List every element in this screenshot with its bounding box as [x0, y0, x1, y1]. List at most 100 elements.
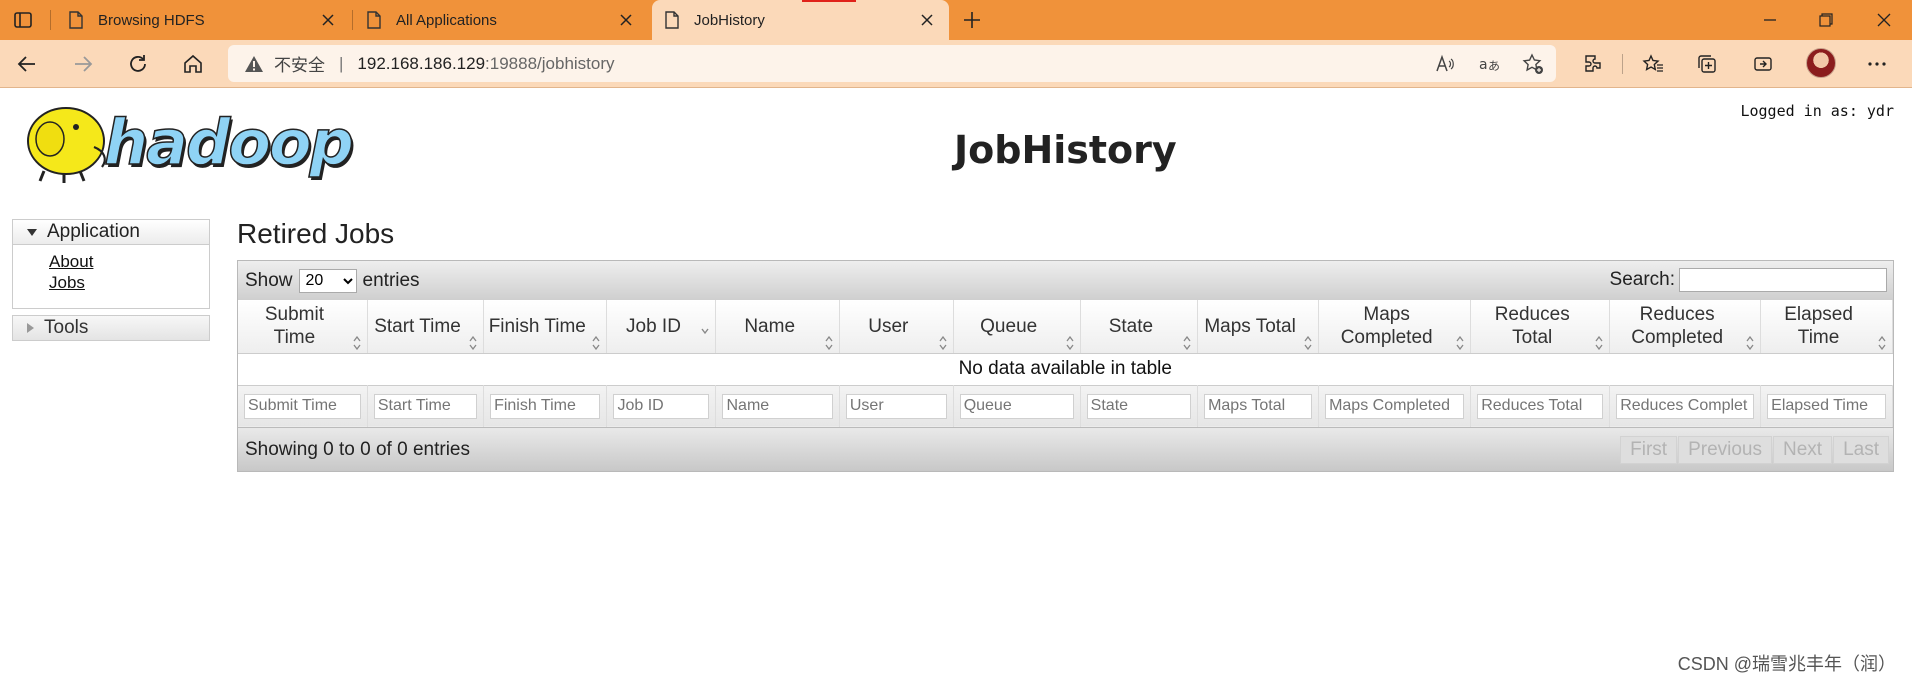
- column-header-label: Start Time: [374, 315, 461, 337]
- column-filter-input[interactable]: [613, 393, 710, 419]
- search-input[interactable]: [1679, 268, 1887, 292]
- filter-cell: [1318, 384, 1472, 427]
- column-header[interactable]: Submit Time: [238, 300, 368, 354]
- collections-icon[interactable]: [1694, 51, 1720, 77]
- column-header[interactable]: Finish Time: [483, 300, 608, 354]
- browser-essentials-icon[interactable]: [1750, 51, 1776, 77]
- favorites-icon[interactable]: [1640, 51, 1666, 77]
- logged-in-label: Logged in as: ydr: [1740, 102, 1894, 120]
- sort-both-icon: [1456, 333, 1464, 350]
- close-icon[interactable]: [917, 10, 937, 30]
- sort-both-icon: [469, 333, 477, 350]
- toolbar-divider: [1622, 54, 1623, 74]
- tab-jobhistory[interactable]: JobHistory: [652, 0, 949, 40]
- tab-all-applications[interactable]: All Applications: [354, 0, 648, 40]
- column-header[interactable]: Reduces Total: [1470, 300, 1611, 354]
- column-header[interactable]: Maps Total: [1197, 300, 1320, 354]
- pager-first-button[interactable]: First: [1620, 436, 1678, 464]
- svg-text:hadoop: hadoop: [104, 106, 352, 179]
- extensions-icon[interactable]: [1580, 51, 1606, 77]
- filter-cell: [1197, 384, 1320, 427]
- column-filter-input[interactable]: [490, 393, 601, 419]
- column-header-label: Maps Total: [1204, 315, 1296, 337]
- column-filter-row: [238, 384, 1893, 427]
- close-icon[interactable]: [318, 10, 338, 30]
- column-header-label: Name: [744, 315, 796, 337]
- filter-cell: [1760, 384, 1893, 427]
- column-header[interactable]: Job ID: [606, 300, 717, 354]
- table-header-row: Submit Time Start Time Finish Time Job ID Na…: [238, 300, 1893, 354]
- column-header[interactable]: Maps Completed: [1318, 300, 1472, 354]
- new-tab-plus-icon[interactable]: [958, 6, 986, 34]
- nav-application-header[interactable]: Application: [12, 219, 210, 245]
- empty-row: No data available in table: [238, 353, 1893, 385]
- read-aloud-icon[interactable]: [1432, 51, 1458, 77]
- url-host[interactable]: 192.168.186.129: [357, 54, 485, 74]
- column-filter-input[interactable]: [845, 393, 947, 419]
- column-filter-input[interactable]: [244, 393, 361, 419]
- column-filter-input[interactable]: [373, 393, 478, 419]
- table-search: Search:: [1610, 268, 1887, 292]
- restore-icon[interactable]: [1814, 8, 1838, 32]
- column-filter-input[interactable]: [722, 393, 833, 419]
- insecure-label[interactable]: 不安全: [274, 51, 325, 76]
- column-header[interactable]: Queue: [953, 300, 1081, 354]
- column-filter-input[interactable]: [1325, 393, 1465, 419]
- jobs-table-wrapper: Show 20 entries Search: Submit Time Start…: [237, 260, 1894, 472]
- tab-title: All Applications: [396, 11, 497, 29]
- close-icon[interactable]: [616, 10, 636, 30]
- home-icon[interactable]: [180, 51, 206, 77]
- column-header-label: Maps Completed: [1340, 304, 1433, 349]
- refresh-icon[interactable]: [125, 51, 151, 77]
- minimize-icon[interactable]: [1758, 8, 1782, 32]
- column-filter-input[interactable]: [959, 393, 1074, 419]
- column-filter-input[interactable]: [1616, 393, 1755, 419]
- address-bar[interactable]: 不安全 | 192.168.186.129 :19888/jobhistory …: [228, 45, 1556, 82]
- entries-label: entries: [362, 269, 420, 291]
- search-label: Search:: [1609, 269, 1675, 290]
- browser-tab-bar: Browsing HDFS All Applications JobHistor…: [0, 0, 1912, 40]
- back-arrow-icon[interactable]: [14, 51, 40, 77]
- profile-avatar[interactable]: [1806, 48, 1836, 78]
- page-title: JobHistory: [954, 128, 1177, 172]
- pagination: First Previous Next Last: [1619, 436, 1889, 464]
- sort-desc-icon: [701, 322, 710, 336]
- nav-tools-header[interactable]: Tools: [12, 315, 210, 341]
- forward-arrow-icon[interactable]: [70, 51, 96, 77]
- pager-previous-button[interactable]: Previous: [1678, 436, 1772, 464]
- column-header-label: State: [1108, 315, 1154, 337]
- column-header[interactable]: State: [1080, 300, 1199, 354]
- filter-cell: [483, 384, 608, 427]
- column-filter-input[interactable]: [1086, 393, 1192, 419]
- column-header[interactable]: Start Time: [367, 300, 485, 354]
- pager-next-button[interactable]: Next: [1773, 436, 1833, 464]
- column-header-label: Submit Time: [264, 304, 324, 349]
- browser-toolbar: 不安全 | 192.168.186.129 :19888/jobhistory …: [0, 40, 1912, 88]
- column-header-label: Queue: [980, 315, 1038, 337]
- filter-cell: [953, 384, 1081, 427]
- sort-both-icon: [592, 333, 600, 350]
- column-header[interactable]: Name: [715, 300, 840, 354]
- url-path[interactable]: :19888/jobhistory: [485, 54, 614, 74]
- window-close-icon[interactable]: [1872, 8, 1896, 32]
- column-header[interactable]: Reduces Completed: [1609, 300, 1762, 354]
- nav-application-links: About Jobs: [12, 245, 210, 309]
- column-filter-input[interactable]: [1767, 393, 1886, 419]
- add-favorite-icon[interactable]: [1520, 51, 1546, 77]
- pager-last-button[interactable]: Last: [1833, 436, 1889, 464]
- nav-link-about[interactable]: About: [49, 251, 209, 272]
- tab-browsing-hdfs[interactable]: Browsing HDFS: [56, 0, 350, 40]
- column-header[interactable]: Elapsed Time: [1760, 300, 1893, 354]
- column-filter-input[interactable]: [1204, 393, 1313, 419]
- translate-icon[interactable]: aあ: [1476, 51, 1502, 77]
- tab-actions-icon[interactable]: [12, 9, 34, 31]
- entries-length-select[interactable]: 20: [298, 268, 357, 293]
- nav-link-jobs[interactable]: Jobs: [49, 272, 209, 293]
- tab-title: Browsing HDFS: [98, 11, 205, 29]
- filter-cell: [1080, 384, 1199, 427]
- more-menu-icon[interactable]: [1864, 51, 1890, 77]
- warning-triangle-icon[interactable]: [244, 54, 264, 74]
- column-filter-input[interactable]: [1477, 393, 1604, 419]
- column-header[interactable]: User: [839, 300, 954, 354]
- sort-both-icon: [1746, 333, 1754, 350]
